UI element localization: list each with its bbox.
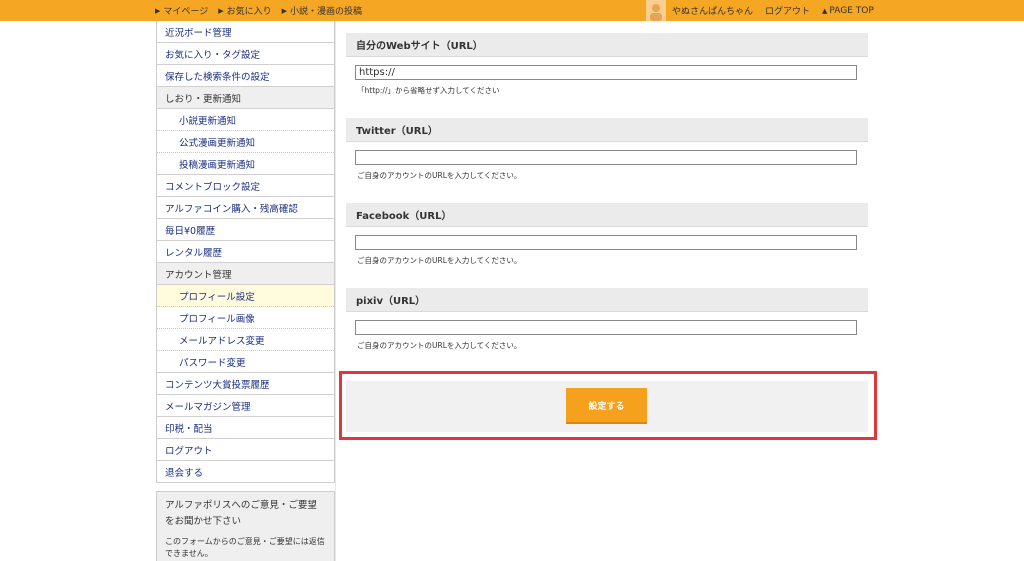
sidebar-item-11: アカウント管理 [157,263,334,285]
twitter-note: ご自身のアカウントのURLを入力してください。 [357,171,522,180]
sidebar-item-5[interactable]: 公式漫画更新通知 [157,131,334,153]
top-link-post[interactable]: ▶ 小説・漫画の投稿 [281,4,362,18]
arrow-right-icon: ▶ [155,6,161,15]
top-logout-link[interactable]: ログアウト [765,4,810,17]
feedback-text: このフォームからのご意見・ご要望には返信できません。 [165,537,325,558]
top-link-favorites[interactable]: ▶ お気に入り [218,4,271,18]
facebook-input[interactable] [355,235,857,250]
arrow-right-icon: ▶ [281,6,288,15]
website-note: 「http://」から省略せず入力してください [357,86,500,95]
website-input[interactable] [355,65,857,80]
twitter-section: Twitter（URL） ご自身のアカウントのURLを入力してください。 [346,118,868,190]
avatar[interactable] [646,0,666,21]
sidebar-item-19[interactable]: ログアウト [157,439,334,461]
sidebar-item-15[interactable]: パスワード変更 [157,351,334,373]
sidebar-item-7[interactable]: コメントブロック設定 [157,175,334,197]
facebook-label: Facebook（URL） [346,203,868,227]
sidebar-item-18[interactable]: 印税・配当 [157,417,334,439]
sidebar-item-0[interactable]: 近況ボード管理 [157,21,334,43]
top-nav: ▶ マイページ ▶ お気に入り ▶ 小説・漫画の投稿 [155,0,362,21]
column-divider [335,21,336,561]
pixiv-label: pixiv（URL） [346,288,868,312]
top-bar: ▶ マイページ ▶ お気に入り ▶ 小説・漫画の投稿 やぬさんぱんちゃん ログアウト … [0,0,1024,21]
sidebar-item-20[interactable]: 退会する [157,461,334,483]
arrow-right-icon: ▶ [218,6,224,15]
top-link-mypage[interactable]: ▶ マイページ [155,4,208,18]
website-label: 自分のWebサイト（URL） [346,33,868,57]
sidebar-item-8[interactable]: アルファコイン購入・残高確認 [157,197,334,219]
sidebar-item-13[interactable]: プロフィール画像 [157,307,334,329]
sidebar-item-9[interactable]: 毎日¥0履歴 [157,219,334,241]
twitter-input[interactable] [355,150,857,165]
pixiv-section: pixiv（URL） ご自身のアカウントのURLを入力してください。 [346,288,868,360]
top-user-area: やぬさんぱんちゃん ログアウト ▲ PAGE TOP [646,0,874,21]
page-top-link[interactable]: ▲ PAGE TOP [822,6,874,16]
facebook-note: ご自身のアカウントのURLを入力してください。 [357,256,522,265]
pixiv-input[interactable] [355,320,857,335]
sidebar-item-10[interactable]: レンタル履歴 [157,241,334,263]
sidebar-item-2[interactable]: 保存した検索条件の設定 [157,65,334,87]
sidebar-item-17[interactable]: メールマガジン管理 [157,395,334,417]
arrow-up-icon: ▲ [822,6,828,15]
website-section: 自分のWebサイト（URL） 「http://」から省略せず入力してください [346,33,868,105]
submit-button[interactable]: 設定する [566,388,647,424]
username-link[interactable]: やぬさんぱんちゃん [672,4,753,17]
feedback-box: アルファポリスへのご意見・ご要望をお聞かせ下さい このフォームからのご意見・ご要… [156,491,335,561]
pixiv-note: ご自身のアカウントのURLを入力してください。 [357,341,522,350]
sidebar-item-1[interactable]: お気に入り・タグ設定 [157,43,334,65]
sidebar: 近況ボード管理 お気に入り・タグ設定 保存した検索条件の設定 しおり・更新通知 小説更新… [156,21,335,483]
feedback-title: アルファポリスへのご意見・ご要望をお聞かせ下さい [165,500,317,527]
sidebar-item-12[interactable]: プロフィール設定 [157,285,334,307]
avatar-icon [646,0,666,21]
sidebar-item-14[interactable]: メールアドレス変更 [157,329,334,351]
sidebar-item-16[interactable]: コンテンツ大賞投票履歴 [157,373,334,395]
sidebar-item-3: しおり・更新通知 [157,87,334,109]
sidebar-item-4[interactable]: 小説更新通知 [157,109,334,131]
twitter-label: Twitter（URL） [346,118,868,142]
sidebar-item-6[interactable]: 投稿漫画更新通知 [157,153,334,175]
facebook-section: Facebook（URL） ご自身のアカウントのURLを入力してください。 [346,203,868,275]
